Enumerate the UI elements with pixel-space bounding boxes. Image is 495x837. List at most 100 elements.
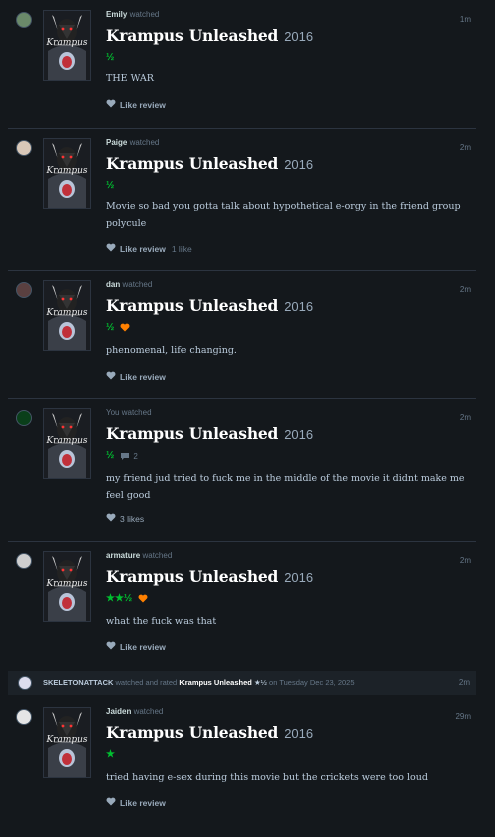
film-year[interactable]: 2016	[284, 29, 313, 44]
username[interactable]: armature	[106, 551, 140, 560]
feed-entry: Krampus Paige watched 2m Krampus Unleashed 2…	[0, 128, 495, 268]
film-title[interactable]: Krampus Unleashed 2016	[106, 154, 313, 174]
activity-feed: Krampus Emily watched 1m Krampus Unleashed 2…	[0, 0, 495, 819]
film-poster[interactable]: Krampus	[43, 280, 91, 351]
like-label: Like review	[120, 371, 166, 382]
rating-row: ★★½	[106, 593, 148, 605]
film-title[interactable]: Krampus Unleashed 2016	[106, 723, 313, 743]
action-text: watched	[129, 138, 160, 147]
like-review-button[interactable]: Like review	[106, 641, 166, 652]
like-review-button[interactable]: Like review	[106, 99, 166, 110]
heart-icon	[106, 243, 116, 254]
film-title[interactable]: Krampus Unleashed 2016	[106, 296, 313, 316]
star-rating: ½	[106, 322, 115, 333]
avatar[interactable]	[16, 410, 32, 426]
rating-row: ½2	[106, 450, 138, 462]
film-poster[interactable]: Krampus	[43, 408, 91, 479]
like-count: 3 likes	[120, 513, 145, 524]
poster-title-text: Krampus	[46, 735, 88, 745]
timestamp: 2m	[459, 413, 471, 422]
username[interactable]: You	[106, 408, 120, 417]
liked-heart-icon	[138, 590, 148, 608]
timestamp: 1m	[459, 15, 471, 24]
heart-icon	[106, 513, 116, 524]
poster-title-text: Krampus	[46, 38, 88, 48]
entry-meta: Emily watched	[106, 10, 159, 19]
film-name[interactable]: Krampus Unleashed	[106, 154, 278, 173]
review-text[interactable]: Movie so bad you gotta talk about hypoth…	[106, 198, 471, 232]
film-name[interactable]: Krampus Unleashed	[106, 26, 278, 45]
avatar[interactable]	[16, 553, 32, 569]
username[interactable]: Jaiden	[106, 707, 131, 716]
review-text[interactable]: THE WAR	[106, 70, 471, 87]
film-year[interactable]: 2016	[284, 726, 313, 741]
star-rating: ★	[106, 749, 115, 760]
activity-user[interactable]: SKELETONATTACK	[43, 678, 113, 687]
film-title[interactable]: Krampus Unleashed 2016	[106, 567, 313, 587]
heart-icon	[106, 99, 116, 110]
star-rating: ½	[106, 52, 115, 63]
film-title[interactable]: Krampus Unleashed 2016	[106, 424, 313, 444]
film-year[interactable]: 2016	[284, 299, 313, 314]
feed-entry: Krampus Emily watched 1m Krampus Unleashed 2…	[0, 0, 495, 140]
action-text: watched	[129, 10, 160, 19]
activity-text: SKELETONATTACK watched and rated Krampus…	[43, 678, 355, 687]
star-rating: ½	[106, 180, 115, 191]
timestamp: 2m	[459, 556, 471, 565]
film-name[interactable]: Krampus Unleashed	[106, 296, 278, 315]
feed-entry: Krampus armature watched 2m Krampus Unleash…	[0, 541, 495, 681]
like-label: Like review	[120, 641, 166, 652]
rating-row: ★	[106, 749, 115, 761]
feed-entry: Krampus You watched 2m Krampus Unleashed 201…	[0, 398, 495, 538]
film-poster[interactable]: Krampus	[43, 707, 91, 778]
film-year[interactable]: 2016	[284, 427, 313, 442]
film-title[interactable]: Krampus Unleashed 2016	[106, 26, 313, 46]
poster-title-text: Krampus	[46, 308, 88, 318]
timestamp: 2m	[459, 143, 471, 152]
rating-row: ½	[106, 180, 114, 192]
username[interactable]: Emily	[106, 10, 127, 19]
film-poster[interactable]: Krampus	[43, 138, 91, 209]
avatar[interactable]	[16, 709, 32, 725]
username[interactable]: Paige	[106, 138, 127, 147]
avatar[interactable]	[18, 676, 32, 690]
comment-icon[interactable]: 2	[120, 451, 138, 461]
avatar[interactable]	[16, 282, 32, 298]
username[interactable]: dan	[106, 280, 120, 289]
film-name[interactable]: Krampus Unleashed	[106, 567, 278, 586]
poster-title-text: Krampus	[46, 579, 88, 589]
poster-title-text: Krampus	[46, 436, 88, 446]
activity-time: 2m	[458, 678, 470, 687]
star-rating: ½	[106, 450, 115, 461]
review-text[interactable]: my friend jud tried to fuck me in the mi…	[106, 470, 471, 504]
film-year[interactable]: 2016	[284, 570, 313, 585]
activity-film[interactable]: Krampus Unleashed	[179, 678, 252, 687]
comment-count: 2	[133, 451, 138, 461]
rating-row: ½	[106, 322, 130, 334]
avatar[interactable]	[16, 140, 32, 156]
review-text[interactable]: phenomenal, life changing.	[106, 342, 471, 359]
review-text[interactable]: tried having e-sex during this movie but…	[106, 769, 471, 786]
activity-bar: SKELETONATTACK watched and rated Krampus…	[8, 671, 476, 695]
film-poster[interactable]: Krampus	[43, 551, 91, 622]
film-name[interactable]: Krampus Unleashed	[106, 424, 278, 443]
activity-rating: ★½	[253, 678, 267, 687]
action-text: watched	[121, 408, 152, 417]
like-review-button[interactable]: Like review 1 like	[106, 243, 192, 254]
action-text: watched	[142, 551, 173, 560]
avatar[interactable]	[16, 12, 32, 28]
entry-meta: Paige watched	[106, 138, 159, 147]
review-text[interactable]: what the fuck was that	[106, 613, 471, 630]
like-review-button[interactable]: 3 likes	[106, 513, 144, 524]
like-review-button[interactable]: Like review	[106, 371, 166, 382]
timestamp: 29m	[455, 712, 471, 721]
film-poster[interactable]: Krampus	[43, 10, 91, 81]
like-review-button[interactable]: Like review	[106, 797, 166, 808]
film-year[interactable]: 2016	[284, 157, 313, 172]
feed-entry: Krampus dan watched 2m Krampus Unleashed 201…	[0, 270, 495, 410]
film-name[interactable]: Krampus Unleashed	[106, 723, 278, 742]
activity-date: on Tuesday Dec 23, 2025	[269, 678, 355, 687]
entry-meta: Jaiden watched	[106, 707, 163, 716]
liked-heart-icon	[120, 319, 130, 337]
activity-middle: watched and rated	[115, 678, 178, 687]
